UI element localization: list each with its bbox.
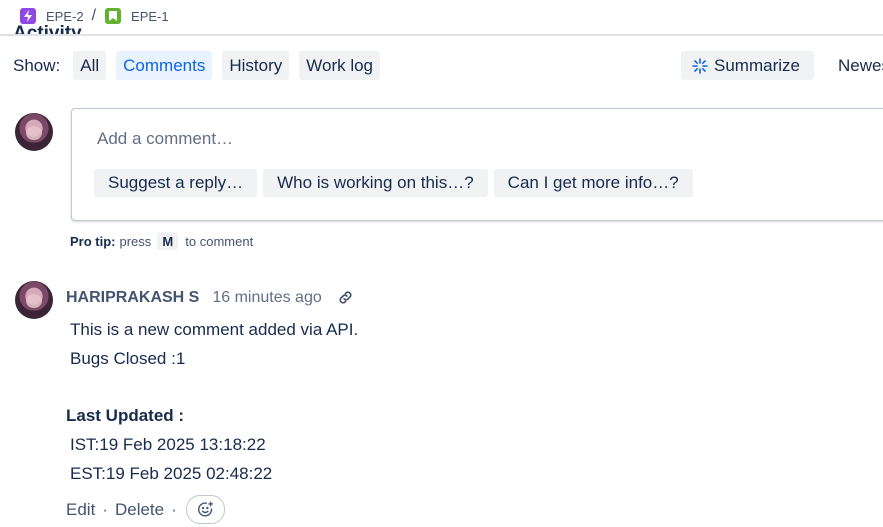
tab-all[interactable]: All — [73, 51, 107, 80]
header-divider — [0, 34, 883, 36]
story-icon — [105, 8, 122, 24]
comment-header: HARIPRAKASH S 16 minutes ago — [66, 287, 354, 308]
more-info-button[interactable]: Can I get more info…? — [493, 169, 693, 197]
activity-filter-bar: Show: All Comments History Work log — [13, 51, 390, 80]
show-label: Show: — [13, 55, 61, 75]
last-updated-label: Last Updated : — [66, 406, 185, 425]
suggestion-chips: Suggest a reply… Who is working on this…… — [94, 169, 699, 197]
comment-editor[interactable]: Add a comment… Suggest a reply… Who is w… — [71, 108, 883, 221]
tab-comments[interactable]: Comments — [116, 51, 213, 80]
summarize-button[interactable]: Summarize — [681, 51, 814, 80]
tab-work-log[interactable]: Work log — [299, 51, 381, 80]
ist-timestamp: IST:19 Feb 2025 13:18:22 — [70, 435, 266, 454]
activity-title: Activity — [13, 24, 82, 34]
suggest-reply-button[interactable]: Suggest a reply… — [94, 169, 258, 197]
shortcut-key: M — [157, 232, 179, 250]
pro-tip-suffix: to comment — [185, 233, 254, 249]
summarize-label: Summarize — [714, 55, 800, 75]
comment-text: Bugs Closed :1 — [70, 349, 186, 368]
breadcrumb-link-story[interactable]: EPE-1 — [131, 9, 169, 24]
epic-icon — [20, 8, 36, 24]
edit-button[interactable]: Edit — [66, 500, 95, 520]
pro-tip-text: press — [119, 233, 152, 249]
comment-actions: Edit · Delete · — [66, 495, 225, 524]
breadcrumb-link-epic[interactable]: EPE-2 — [46, 9, 84, 24]
breadcrumb-separator: / — [91, 7, 97, 24]
pro-tip: Pro tip: press M to comment — [70, 232, 253, 250]
link-icon[interactable] — [337, 289, 354, 306]
action-separator: · — [171, 499, 177, 519]
breadcrumb: EPE-2 / EPE-1 — [20, 6, 169, 26]
comment-timestamp[interactable]: 16 minutes ago — [212, 289, 321, 307]
est-timestamp: EST:19 Feb 2025 02:48:22 — [70, 464, 273, 483]
comment-text: This is a new comment added via API. — [70, 320, 359, 339]
emoji-add-icon — [197, 501, 213, 517]
action-separator: · — [102, 499, 108, 519]
comment-author-avatar[interactable] — [15, 281, 53, 319]
who-working-button[interactable]: Who is working on this…? — [263, 169, 488, 197]
sort-order-button[interactable]: Newest first — [838, 51, 883, 80]
tab-history[interactable]: History — [222, 51, 290, 80]
add-reaction-button[interactable] — [185, 495, 225, 524]
comment-author[interactable]: HARIPRAKASH S — [66, 289, 199, 307]
pro-tip-label: Pro tip: — [70, 233, 116, 249]
avatar — [15, 113, 53, 151]
comment-placeholder: Add a comment… — [97, 129, 234, 148]
sparkle-icon — [692, 57, 708, 74]
delete-button[interactable]: Delete — [115, 500, 164, 520]
